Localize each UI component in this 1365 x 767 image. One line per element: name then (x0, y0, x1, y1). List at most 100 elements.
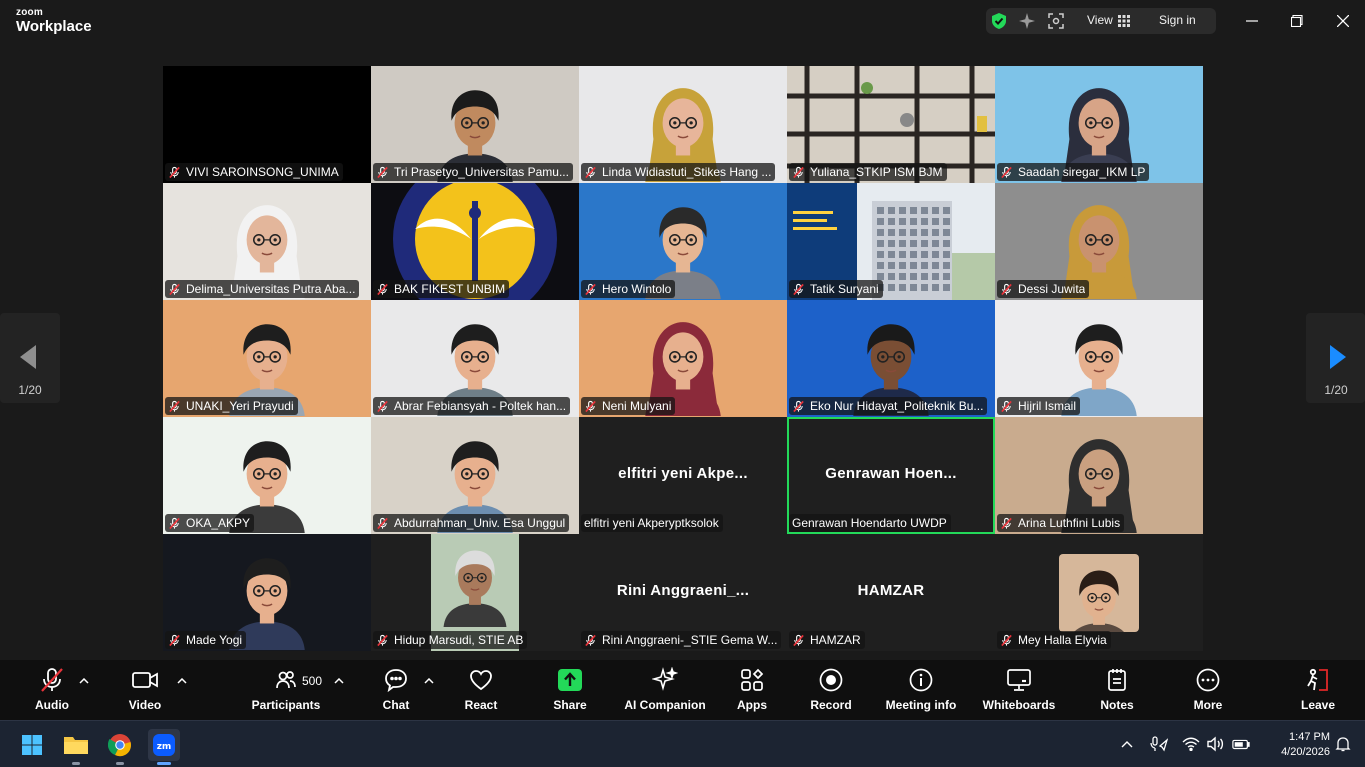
meeting-info-button[interactable]: Meeting info (884, 666, 958, 716)
participant-tile[interactable]: Hidup Marsudi, STIE AB (371, 534, 579, 651)
participant-tile[interactable]: VIVI SAROINSONG_UNIMA (163, 66, 371, 183)
more-button[interactable]: More (1188, 666, 1228, 716)
record-button[interactable]: Record (807, 666, 855, 716)
participant-tile[interactable]: Delima_Universitas Putra Aba... (163, 183, 371, 300)
close-icon[interactable] (1331, 10, 1355, 32)
participant-tile[interactable]: Neni Mulyani (579, 300, 787, 417)
security-shield-icon[interactable] (990, 12, 1008, 30)
view-button[interactable]: View (1087, 13, 1113, 27)
react-button[interactable]: React (460, 666, 502, 716)
file-explorer-icon[interactable] (60, 729, 92, 765)
participant-name-label: Made Yogi (165, 631, 247, 649)
participant-name-label: UNAKI_Yeri Prayudi (165, 397, 298, 415)
notification-bell-icon[interactable] (1334, 735, 1352, 753)
whiteboards-button[interactable]: Whiteboards (982, 666, 1056, 716)
chrome-browser-icon[interactable] (104, 729, 136, 765)
participant-name: Dessi Juwita (1018, 282, 1086, 296)
minimize-icon[interactable] (1240, 10, 1264, 32)
participant-name-label: Rini Anggraeni-_STIE Gema W... (581, 631, 782, 649)
participant-name-label: Yuliana_STKIP ISM BJM (789, 163, 947, 181)
muted-mic-icon (1001, 400, 1012, 412)
battery-icon[interactable] (1232, 735, 1250, 753)
participant-name: Linda Widiastuti_Stikes Hang ... (602, 165, 772, 179)
apps-button[interactable]: Apps (733, 666, 771, 716)
info-icon (884, 666, 958, 694)
muted-mic-icon (1001, 283, 1012, 295)
participant-name-label: HAMZAR (789, 631, 865, 649)
participant-name: Yuliana_STKIP ISM BJM (810, 165, 943, 179)
muted-mic-icon (1001, 166, 1012, 178)
participant-tile[interactable]: Genrawan Hoen... Genrawan Hoendarto UWDP (787, 417, 995, 534)
chat-options-caret-icon[interactable] (423, 676, 435, 686)
muted-mic-icon (793, 283, 804, 295)
ai-companion-label: AI Companion (624, 698, 706, 712)
participant-tile[interactable]: Hero Wintolo (579, 183, 787, 300)
location-mic-tray-icon[interactable] (1150, 735, 1168, 753)
chevron-left-icon (20, 345, 36, 369)
share-button[interactable]: Share (550, 666, 590, 716)
participant-name: VIVI SAROINSONG_UNIMA (186, 165, 339, 179)
participant-name: Made Yogi (186, 633, 243, 647)
system-clock[interactable]: 1:47 PM 4/20/2026 (1262, 730, 1330, 760)
participant-name-label: Abrar Febiansyah - Poltek han... (373, 397, 571, 415)
participant-tile[interactable]: Made Yogi (163, 534, 371, 651)
participant-tile[interactable]: Mey Halla Elyvia (995, 534, 1203, 651)
prev-page-button[interactable]: 1/20 (0, 313, 60, 403)
participant-tile[interactable]: elfitri yeni Akpe... elfitri yeni Akperyp… (579, 417, 787, 534)
participant-tile[interactable]: OKA_AKPY (163, 417, 371, 534)
participant-tile[interactable]: Yuliana_STKIP ISM BJM (787, 66, 995, 183)
page-indicator-left: 1/20 (18, 383, 42, 397)
notes-button[interactable]: Notes (1096, 666, 1138, 716)
tray-chevron-up-icon[interactable] (1118, 735, 1136, 753)
participant-tile[interactable]: Linda Widiastuti_Stikes Hang ... (579, 66, 787, 183)
focus-mode-icon[interactable] (1047, 12, 1065, 30)
participant-tile[interactable]: Hijril Ismail (995, 300, 1203, 417)
participant-name: Hijril Ismail (1018, 399, 1076, 413)
participants-options-caret-icon[interactable] (333, 676, 345, 686)
participant-tile[interactable]: Arina Luthfini Lubis (995, 417, 1203, 534)
participant-name: Hidup Marsudi, STIE AB (394, 633, 524, 647)
participant-name: BAK FIKEST UNBIM (394, 282, 506, 296)
muted-mic-icon (585, 400, 596, 412)
participant-name-label: Abdurrahman_Univ. Esa Unggul (373, 514, 570, 532)
participant-tile[interactable]: Dessi Juwita (995, 183, 1203, 300)
participant-tile[interactable]: Eko Nur Hidayat_Politeknik Bu... (787, 300, 995, 417)
participant-tile[interactable]: Abrar Febiansyah - Poltek han... (371, 300, 579, 417)
leave-button[interactable]: Leave (1298, 666, 1338, 716)
participant-name-label: Delima_Universitas Putra Aba... (165, 280, 360, 298)
sign-in-button[interactable]: Sign in (1159, 13, 1196, 27)
grid-view-icon[interactable] (1117, 12, 1131, 30)
ai-companion-button[interactable]: AI Companion (622, 666, 708, 716)
muted-mic-icon (377, 400, 388, 412)
participant-tile[interactable]: BAK FIKEST UNBIM (371, 183, 579, 300)
volume-icon[interactable] (1206, 735, 1224, 753)
participant-name: Tri Prasetyo_Universitas Pamu... (394, 165, 569, 179)
ai-sparkle-icon[interactable] (1018, 12, 1036, 30)
participant-name-label: BAK FIKEST UNBIM (373, 280, 510, 298)
participant-name: Eko Nur Hidayat_Politeknik Bu... (810, 399, 984, 413)
participant-tile[interactable]: HAMZAR HAMZAR (787, 534, 995, 651)
participant-tile[interactable]: Tatik Suryani (787, 183, 995, 300)
title-bar: zoom Workplace View Sign in (0, 0, 1365, 42)
muted-mic-icon (169, 634, 180, 646)
audio-button[interactable]: Audio (28, 666, 76, 716)
participant-tile[interactable]: Rini Anggraeni_... Rini Anggraeni-_STIE G… (579, 534, 787, 651)
participant-name: Neni Mulyani (602, 399, 672, 413)
maximize-icon[interactable] (1285, 10, 1309, 32)
meeting-info-label: Meeting info (885, 698, 957, 712)
participant-display-name: Rini Anggraeni_... (616, 582, 750, 599)
participant-tile[interactable]: Abdurrahman_Univ. Esa Unggul (371, 417, 579, 534)
zoom-app-icon[interactable]: zm (148, 729, 180, 765)
participant-tile[interactable]: Saadah siregar_IKM LP (995, 66, 1203, 183)
audio-options-caret-icon[interactable] (78, 676, 90, 686)
chat-button[interactable]: Chat (377, 666, 415, 716)
wifi-icon[interactable] (1182, 735, 1200, 753)
participant-name: Rini Anggraeni-_STIE Gema W... (602, 633, 778, 647)
next-page-button[interactable]: 1/20 (1306, 313, 1365, 403)
video-button[interactable]: Video (122, 666, 168, 716)
video-options-caret-icon[interactable] (176, 676, 188, 686)
windows-start-icon[interactable] (16, 729, 48, 761)
participant-tile[interactable]: Tri Prasetyo_Universitas Pamu... (371, 66, 579, 183)
participant-tile[interactable]: UNAKI_Yeri Prayudi (163, 300, 371, 417)
video-label: Video (128, 698, 162, 712)
